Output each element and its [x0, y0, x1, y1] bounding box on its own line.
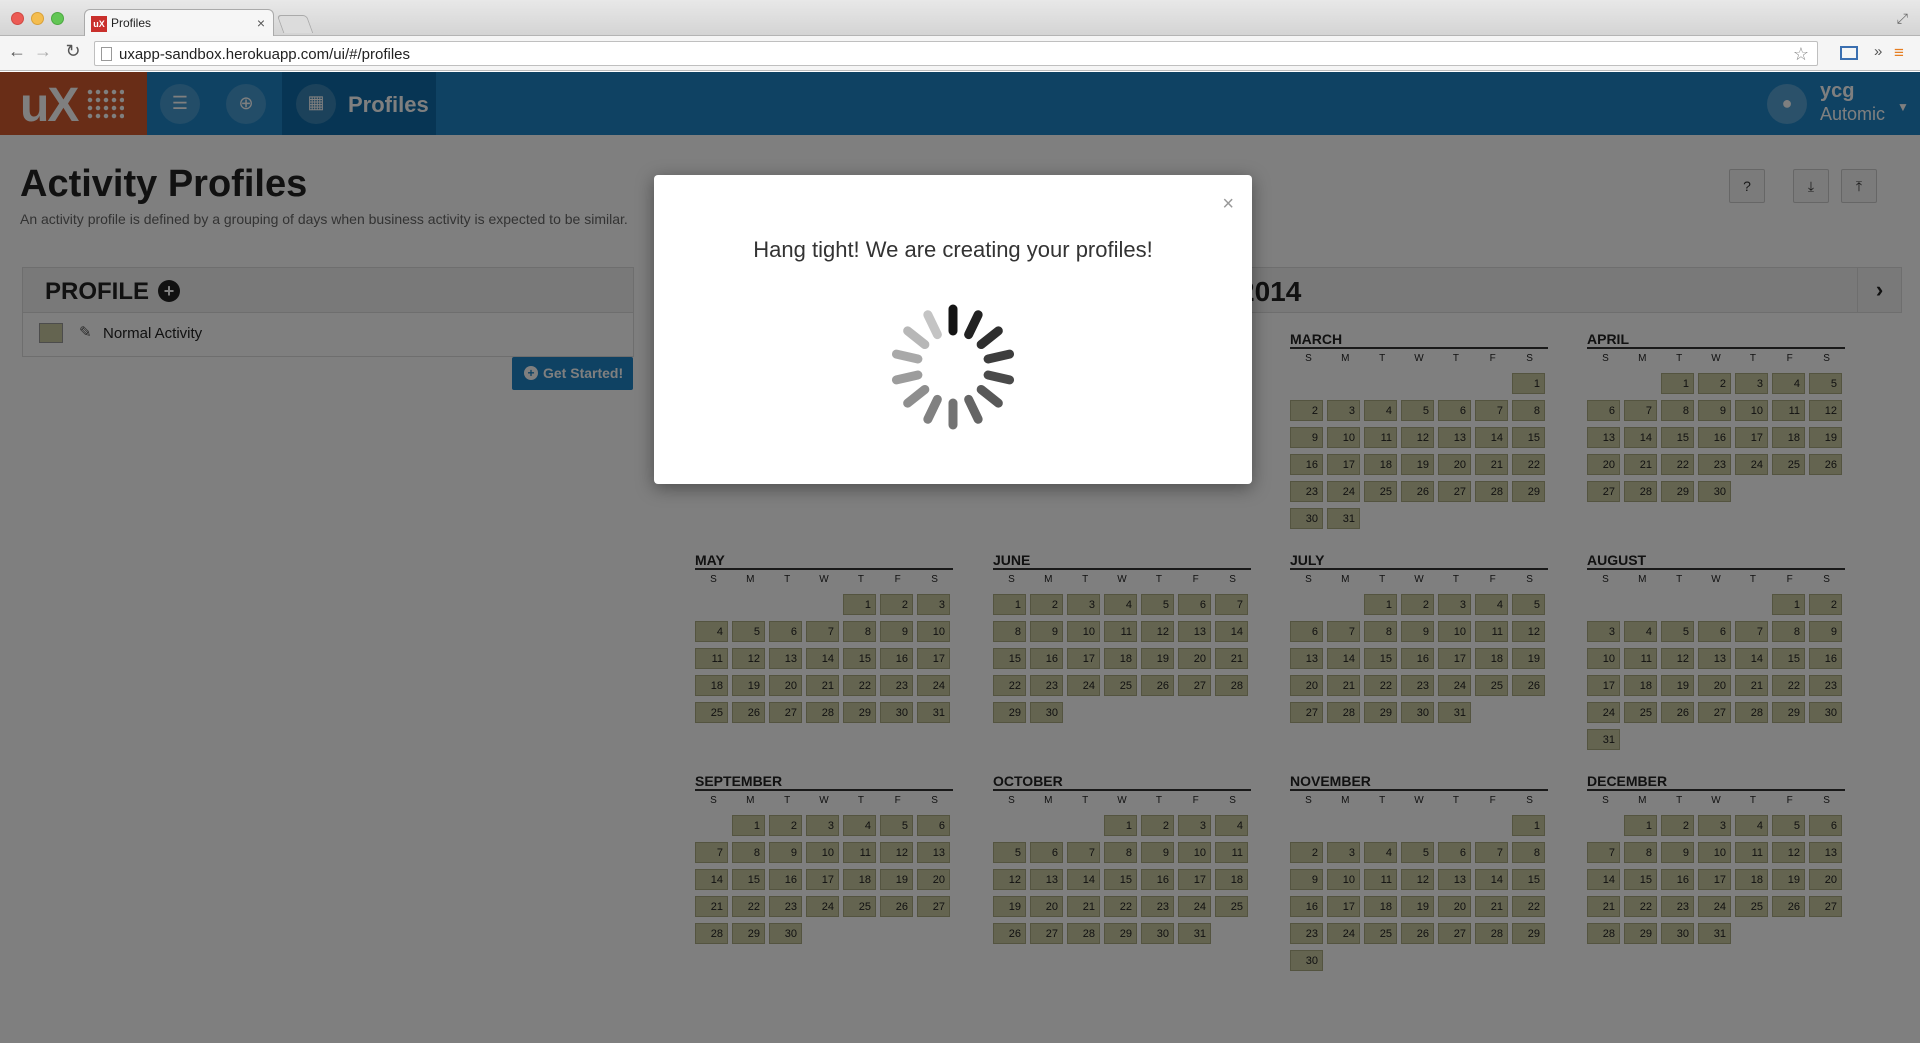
spinner-spoke	[891, 370, 923, 385]
spinner-spoke	[964, 310, 983, 340]
tab-title: Profiles	[111, 16, 152, 30]
spinner-spoke	[923, 310, 942, 340]
fullscreen-icon[interactable]: ⤢	[1897, 10, 1908, 27]
zoom-window-button[interactable]	[51, 12, 64, 25]
page-icon	[101, 47, 112, 61]
address-bar[interactable]: uxapp-sandbox.herokuapp.com/ui/#/profile…	[94, 41, 1818, 66]
browser-menu-icon[interactable]: ≡	[1894, 43, 1904, 63]
modal-message: Hang tight! We are creating your profile…	[753, 237, 1153, 262]
browser-titlebar: uX Profiles × ⤢	[0, 0, 1920, 37]
spinner-spoke	[903, 326, 930, 350]
favicon-icon: uX	[91, 16, 107, 32]
minimize-window-button[interactable]	[31, 12, 44, 25]
forward-icon[interactable]: →	[32, 41, 54, 62]
spinner-spoke	[923, 394, 942, 424]
spinner-spoke	[964, 394, 983, 424]
reload-icon[interactable]: ↻	[62, 41, 84, 62]
new-tab-button[interactable]	[276, 15, 314, 33]
spinner-spoke	[891, 349, 923, 364]
tab-close-icon[interactable]: ×	[257, 15, 265, 31]
close-window-button[interactable]	[11, 12, 24, 25]
url-text[interactable]: uxapp-sandbox.herokuapp.com/ui/#/profile…	[119, 46, 410, 63]
browser-tab[interactable]: uX Profiles ×	[84, 9, 274, 37]
spinner-spoke	[976, 326, 1003, 350]
bookmark-star-icon[interactable]: ☆	[1793, 44, 1809, 65]
loading-spinner-icon	[891, 304, 1015, 430]
spinner-spoke	[976, 384, 1003, 408]
modal-backdrop: × Hang tight! We are creating your profi…	[0, 72, 1920, 1043]
extensions-overflow-icon[interactable]: »	[1874, 43, 1882, 60]
spinner-spoke	[983, 349, 1015, 364]
back-icon[interactable]: ←	[6, 41, 28, 62]
spinner-spoke	[983, 370, 1015, 385]
browser-toolbar: ← → ↻ uxapp-sandbox.herokuapp.com/ui/#/p…	[0, 36, 1920, 71]
loading-modal: × Hang tight! We are creating your profi…	[654, 175, 1252, 484]
close-icon[interactable]: ×	[1222, 193, 1234, 216]
spinner-spoke	[903, 384, 930, 408]
cast-icon[interactable]	[1840, 46, 1858, 60]
